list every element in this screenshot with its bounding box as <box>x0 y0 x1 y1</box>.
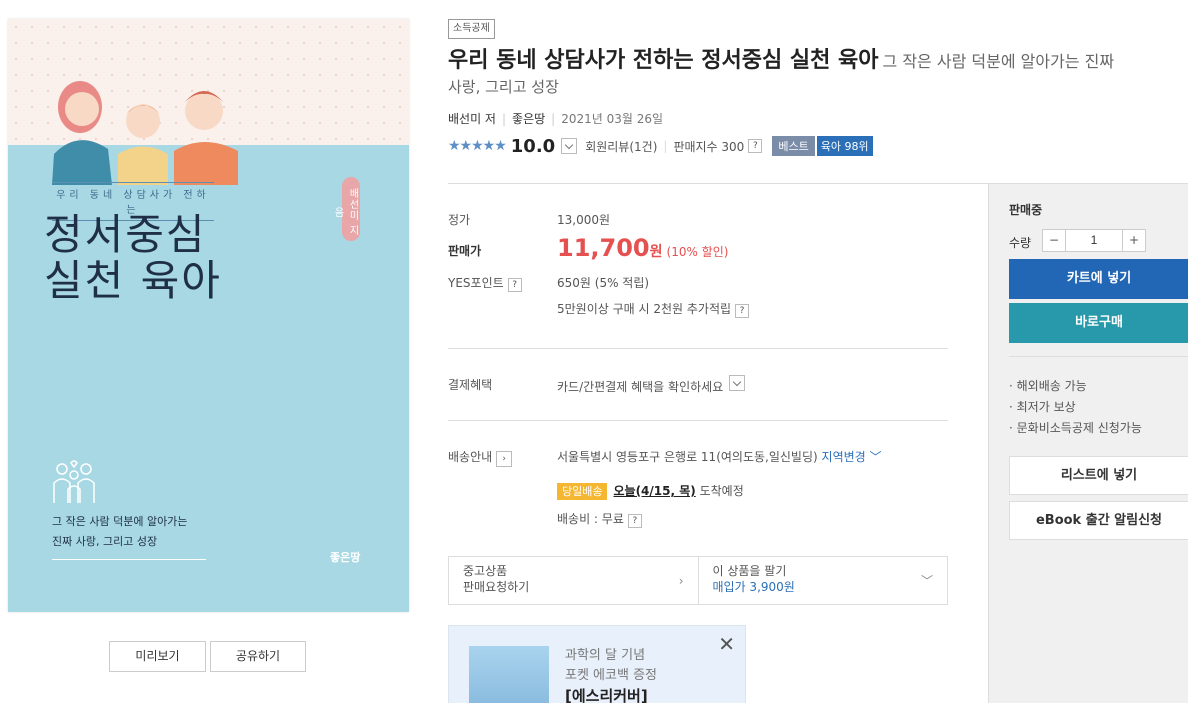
service-info-list: · 해외배송 가능 · 최저가 보상 · 문화비소득공제 신청가능 <box>1009 376 1142 439</box>
preview-button[interactable]: 미리보기 <box>109 641 206 672</box>
review-count-link[interactable]: 회원리뷰(1건) <box>585 138 657 155</box>
add-to-cart-button[interactable]: 카트에 넣기 <box>1009 259 1188 299</box>
family-illustration <box>52 81 238 185</box>
promo-banner[interactable]: 과학의 달 기념 포켓 에코백 증정 [에스리커버] ✕ <box>448 625 746 703</box>
shipping-fee-text: 배송비 : 무료 <box>557 512 624 526</box>
sell-this-product[interactable]: 이 상품을 팔기 매입가 3,900원 ﹀ <box>697 557 948 604</box>
quantity-input[interactable]: 1 <box>1066 229 1122 252</box>
sale-status: 판매중 <box>1009 203 1043 217</box>
income-deduction-tag: 소득공제 <box>448 19 495 39</box>
payment-benefit-text: 카드/간편결제 혜택을 확인하세요 <box>557 380 724 394</box>
close-icon[interactable]: ✕ <box>718 634 735 654</box>
cover-tagline-line1: 그 작은 사람 덕분에 알아가는 <box>52 515 188 528</box>
point-label-text: YES포인트 <box>448 276 504 290</box>
promo-line2: 포켓 에코백 증정 <box>565 668 657 683</box>
rating-row: ★★★★★ 10.0 회원리뷰(1건) | 판매지수 300 ? 베스트 육아 … <box>448 135 873 157</box>
best-badge: 베스트 <box>772 136 815 156</box>
purchase-sidebar: 판매중 수량 − 1 + 카트에 넣기 바로구매 · 해외배송 가능 · 최저가… <box>988 184 1188 703</box>
shipping-label-text: 배송안내 <box>448 450 493 464</box>
region-change-link[interactable]: 지역변경 <box>822 450 866 464</box>
cover-title-line2: 실천 육아 <box>44 256 222 305</box>
delivery-date[interactable]: 오늘(4/15, 목) <box>613 484 695 498</box>
payment-benefit[interactable]: 카드/간편결제 혜택을 확인하세요 <box>557 375 746 395</box>
quantity-minus-button[interactable]: − <box>1042 229 1066 252</box>
used-product-box: 중고상품 판매요청하기 › 이 상품을 팔기 매입가 3,900원 ﹀ <box>448 556 948 605</box>
cover-divider <box>52 559 206 560</box>
sale-price-label: 판매가 <box>448 244 482 258</box>
sale-price: 11,700원 (10% 할인) <box>557 234 728 262</box>
shipping-label: 배송안내 › <box>448 448 513 467</box>
divider <box>448 348 948 349</box>
chevron-right-icon: › <box>678 574 684 588</box>
cover-tagline: 그 작은 사람 덕분에 알아가는 진짜 사랑, 그리고 성장 <box>52 512 206 552</box>
quantity-label: 수량 <box>1009 236 1032 250</box>
cover-tagline-line2: 진짜 사랑, 그리고 성장 <box>52 535 158 548</box>
author-link[interactable]: 배선미 저 <box>448 112 496 126</box>
point-extra-help-icon[interactable]: ? <box>735 304 750 318</box>
add-to-list-button[interactable]: 리스트에 넣기 <box>1009 456 1188 495</box>
delivery-estimate: 당일배송 오늘(4/15, 목) 도착예정 <box>557 482 744 500</box>
promo-book-image <box>469 646 549 703</box>
used-sell-request-line1: 중고상품 <box>463 564 508 578</box>
lowest-price-info: · 최저가 보상 <box>1009 400 1076 414</box>
publish-date: 2021년 03월 26일 <box>561 112 664 126</box>
culture-deduction-info: · 문화비소득공제 신청가능 <box>1009 421 1142 435</box>
share-button[interactable]: 공유하기 <box>210 641 306 672</box>
cover-publisher-logo: 좋은땅 <box>330 551 361 564</box>
buy-now-button[interactable]: 바로구매 <box>1009 303 1188 343</box>
publisher-link[interactable]: 좋은땅 <box>512 112 545 126</box>
cover-title-line1: 정서중심 <box>44 210 207 259</box>
promo-title: [에스리커버] <box>565 687 648 703</box>
shipping-fee: 배송비 : 무료? <box>557 510 642 528</box>
book-subtitle-part1: 그 작은 사람 덕분에 알아가는 진짜 <box>882 52 1115 71</box>
promo-text: 과학의 달 기념 포켓 에코백 증정 [에스리커버] <box>565 646 657 703</box>
shipping-address: 서울특별시 영등포구 은행로 11(여의도동,일신빌딩) 지역변경 ﹀ <box>557 448 882 465</box>
payment-benefit-label: 결제혜택 <box>448 378 493 392</box>
region-chevron-icon[interactable]: ﹀ <box>866 450 882 464</box>
chevron-down-icon: ﹀ <box>920 574 933 588</box>
used-sell-request-line2: 판매요청하기 <box>463 580 530 594</box>
ebook-alert-button[interactable]: eBook 출간 알림신청 <box>1009 501 1188 540</box>
point-label: YES포인트? <box>448 274 522 292</box>
point-extra: 5만원이상 구매 시 2천원 추가적립? <box>557 300 750 318</box>
cover-title: 정서중심 실천 육아 <box>44 212 222 304</box>
quantity-plus-button[interactable]: + <box>1122 229 1146 252</box>
cover-author-badge: 배선미 지음 <box>332 177 360 241</box>
book-meta: 배선미 저 | 좋은땅 | 2021년 03월 26일 <box>448 112 664 126</box>
promo-line1: 과학의 달 기념 <box>565 648 646 663</box>
book-title-text: 우리 동네 상담사가 전하는 정서중심 실천 육아 <box>448 48 879 73</box>
shipping-fee-help-icon[interactable]: ? <box>627 514 642 528</box>
list-price-value: 13,000원 <box>557 213 611 227</box>
buyback-price: 매입가 3,900원 <box>712 580 795 594</box>
family-house-icon <box>53 460 95 503</box>
used-sell-request[interactable]: 중고상품 판매요청하기 › <box>449 557 698 604</box>
rating-score: 10.0 <box>510 135 556 157</box>
list-price-label: 정가 <box>448 213 471 227</box>
sale-price-value: 11,700 <box>557 234 650 262</box>
best-rank-link[interactable]: 육아 98위 <box>816 136 873 156</box>
book-cover-image[interactable]: 우리 동네 상담사가 전하는 정서중심 실천 육아 배선미 지음 그 작은 사람… <box>8 19 409 612</box>
divider <box>448 420 948 421</box>
rating-dropdown-chevron-icon[interactable] <box>561 138 578 154</box>
point-help-icon[interactable]: ? <box>507 278 522 292</box>
sales-index: 판매지수 300 <box>673 139 745 154</box>
book-subtitle-part2: 사랑, 그리고 성장 <box>448 78 559 96</box>
point-value: 650원 (5% 적립) <box>557 276 650 290</box>
overseas-shipping-info: · 해외배송 가능 <box>1009 379 1087 393</box>
point-extra-text: 5만원이상 구매 시 2천원 추가적립 <box>557 302 732 316</box>
sale-price-unit: 원 <box>649 244 663 260</box>
shipping-info-chevron-icon[interactable]: › <box>496 451 513 467</box>
book-title: 우리 동네 상담사가 전하는 정서중심 실천 육아 그 작은 사람 덕분에 알아가… <box>448 42 1188 74</box>
sell-this-product-line1: 이 상품을 팔기 <box>712 564 787 578</box>
discount-rate: (10% 할인) <box>666 245 729 259</box>
arrival-text: 도착예정 <box>699 484 744 498</box>
same-day-badge: 당일배송 <box>557 483 608 500</box>
shipping-address-text: 서울특별시 영등포구 은행로 11(여의도동,일신빌딩) <box>557 450 818 464</box>
divider <box>1009 356 1188 357</box>
quantity-stepper: − 1 + <box>1042 229 1146 252</box>
sales-index-help-icon[interactable]: ? <box>748 139 763 153</box>
star-rating-icon: ★★★★★ <box>448 138 507 154</box>
payment-benefit-chevron-icon[interactable] <box>729 375 746 391</box>
